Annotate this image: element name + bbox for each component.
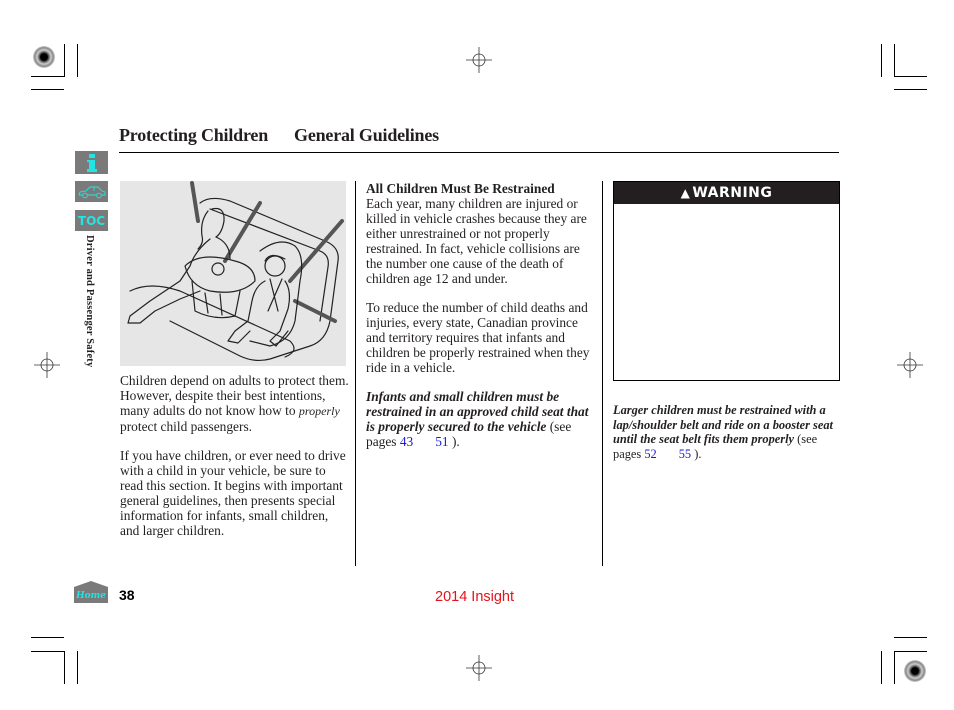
registration-target-icon — [904, 660, 926, 682]
crop-mark — [894, 44, 895, 77]
info-button[interactable] — [75, 151, 108, 174]
car-icon — [77, 186, 105, 198]
page-link-52[interactable]: 52 — [644, 447, 656, 461]
crop-mark — [31, 89, 64, 90]
warning-label: WARNING — [692, 185, 773, 201]
child-seat-illustration — [120, 181, 346, 366]
page-link-51[interactable]: 51 — [435, 434, 448, 449]
section-title: Protecting Children — [119, 125, 269, 145]
law-paragraph: To reduce the number of child deaths and… — [366, 300, 590, 375]
page-link-43[interactable]: 43 — [400, 434, 413, 449]
crop-mark — [894, 89, 927, 90]
chapter-side-label: Driver and Passenger Safety — [84, 235, 95, 368]
page-number: 38 — [119, 587, 135, 603]
home-button[interactable]: Home — [74, 581, 108, 603]
column-divider — [602, 181, 603, 566]
registration-target-icon — [33, 46, 55, 68]
home-label: Home — [75, 591, 106, 601]
crop-mark — [77, 651, 78, 684]
intro-text-end: protect child passengers. — [120, 419, 253, 434]
crosshair-icon — [897, 352, 923, 378]
vehicle-index-button[interactable] — [75, 181, 108, 202]
crop-mark — [894, 76, 927, 77]
crop-mark — [894, 651, 927, 652]
column-divider — [355, 181, 356, 566]
crop-mark — [881, 651, 882, 684]
crosshair-icon — [466, 47, 492, 73]
child-seat-note: Infants and small children must be restr… — [366, 389, 598, 449]
crop-mark — [894, 637, 927, 638]
emphasis-properly: properly — [298, 404, 340, 418]
toc-label: TOC — [77, 213, 106, 228]
ref-suffix: ). — [691, 446, 702, 461]
info-icon — [86, 153, 97, 172]
model-name: 2014 Insight — [435, 589, 515, 605]
warning-triangle-icon: ▲ — [680, 186, 691, 200]
intro-paragraph: Children depend on adults to protect the… — [120, 373, 350, 434]
header-divider — [119, 152, 839, 153]
crop-mark — [64, 651, 65, 684]
warning-box: ▲ WARNING — [613, 181, 840, 381]
restraint-text: Each year, many children are injured or … — [366, 196, 587, 286]
warning-header: ▲ WARNING — [614, 182, 839, 204]
section-heading: All Children Must Be Restrained — [366, 181, 555, 196]
crop-mark — [64, 44, 65, 77]
crop-mark — [31, 637, 64, 638]
read-section-paragraph: If you have children, or ever need to dr… — [120, 448, 346, 538]
crop-mark — [881, 44, 882, 77]
child-seat-drawing — [127, 181, 344, 362]
restraint-paragraph: All Children Must Be Restrained Each year… — [366, 181, 598, 286]
toc-button[interactable]: TOC — [75, 210, 108, 231]
ref-suffix: ). — [448, 434, 460, 449]
larger-children-note: Larger children must be restrained with … — [613, 403, 841, 461]
crosshair-icon — [34, 352, 60, 378]
page-link-55[interactable]: 55 — [679, 447, 691, 461]
intro-column: Children depend on adults to protect the… — [120, 373, 350, 552]
crosshair-icon — [466, 655, 492, 681]
subsection-title: General Guidelines — [294, 125, 439, 145]
restraint-column: All Children Must Be Restrained Each year… — [366, 181, 598, 463]
crop-mark — [31, 76, 64, 77]
crop-mark — [31, 651, 64, 652]
crop-mark — [77, 44, 78, 77]
page-header: Protecting Children General Guidelines — [119, 125, 439, 146]
crop-mark — [894, 651, 895, 684]
